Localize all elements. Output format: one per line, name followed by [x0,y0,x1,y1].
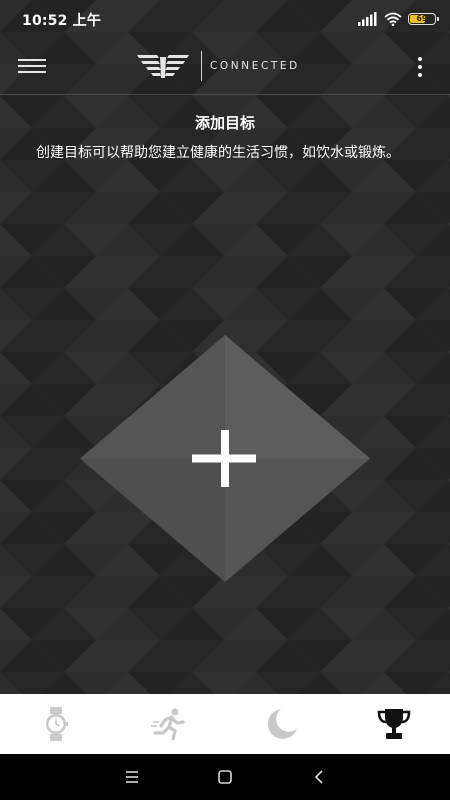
add-goal-diamond [80,335,370,582]
brand-name: CONNECTED [210,60,300,72]
bottom-tab-bar [0,694,450,754]
add-goal-button[interactable] [80,335,370,582]
page-title: 添加目标 [194,114,255,132]
more-vertical-icon[interactable] [416,57,424,77]
app-header: CONNECTED [0,38,450,95]
brand-logo: CONNECTED [137,50,300,82]
logo-divider [201,51,202,81]
status-bar: 10:52 上午 69 [0,0,450,38]
status-time: 10:52 上午 [22,13,102,29]
signal-icon [358,12,377,26]
running-icon [150,708,185,740]
wifi-icon [384,12,402,26]
goal-description: 创建目标可以帮助您建立健康的生活习惯，如饮水或锻炼。 [36,145,400,161]
menu-lines-icon[interactable] [121,767,143,787]
system-nav-bar [0,754,450,800]
battery-level: 69 [416,14,428,23]
eagle-logo-icon [137,55,189,78]
tab-watch[interactable] [0,694,113,754]
tab-sleep[interactable] [225,694,338,754]
tab-activity[interactable] [113,694,226,754]
battery-icon: 69 [408,13,439,25]
home-square-icon[interactable] [214,767,236,787]
watch-icon [46,707,69,741]
tab-goals[interactable] [338,694,450,754]
status-icons: 69 [358,10,439,28]
battery-tip [437,17,439,21]
moon-icon [268,709,298,739]
trophy-icon [377,709,411,739]
back-chevron-icon[interactable] [308,767,330,787]
hamburger-menu-icon[interactable] [18,57,46,75]
